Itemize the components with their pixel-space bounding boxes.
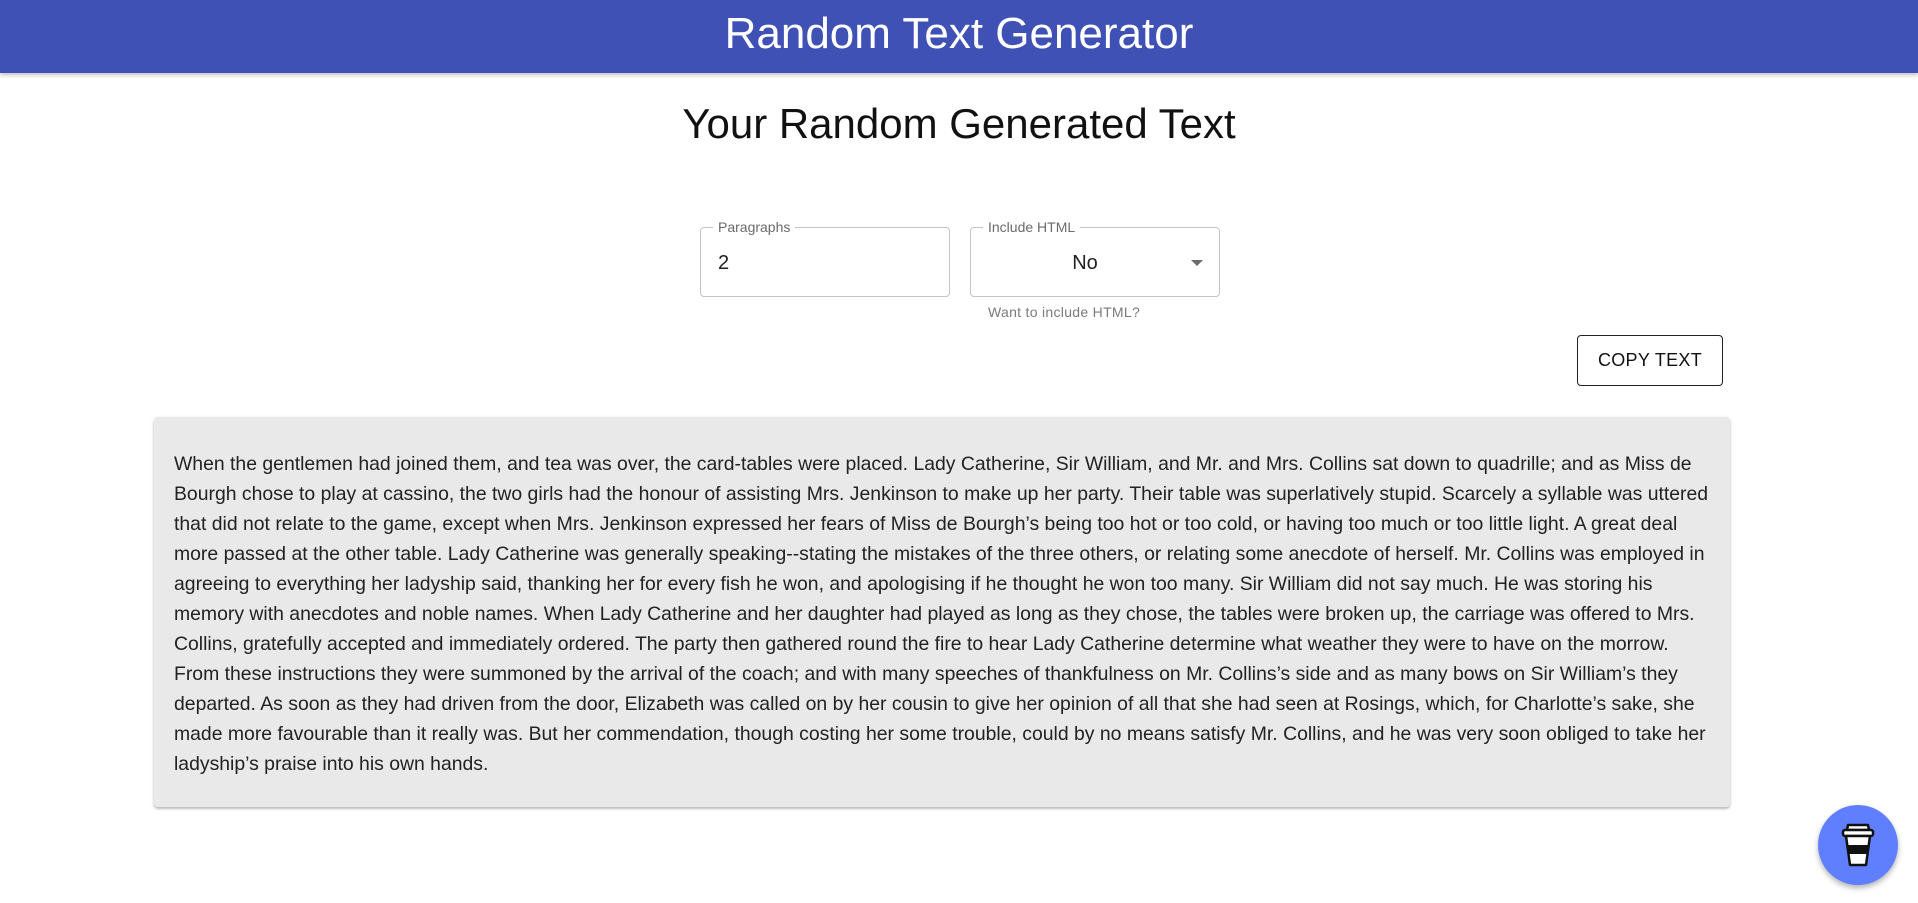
include-html-value[interactable]: No	[971, 251, 1199, 275]
app-title: Random Text Generator	[724, 8, 1194, 58]
include-html-helper-text: Want to include HTML?	[988, 304, 1141, 320]
paragraphs-input[interactable]: 2	[718, 251, 729, 275]
coffee-fab-button[interactable]	[1818, 805, 1898, 885]
dropdown-arrow-icon[interactable]	[1191, 260, 1203, 266]
copy-text-button[interactable]: COPY TEXT	[1577, 335, 1723, 386]
paragraphs-field[interactable]: Paragraphs 2	[700, 219, 950, 297]
coffee-cup-icon	[1841, 823, 1875, 867]
app-bar: Random Text Generator	[0, 0, 1918, 73]
include-html-label: Include HTML	[983, 219, 1081, 235]
paragraphs-label: Paragraphs	[713, 219, 796, 235]
include-html-select[interactable]: Include HTML No	[970, 219, 1220, 297]
page-heading: Your Random Generated Text	[682, 100, 1236, 147]
generated-text-container: When the gentlemen had joined them, and …	[154, 417, 1730, 807]
generated-text: When the gentlemen had joined them, and …	[174, 453, 1709, 775]
